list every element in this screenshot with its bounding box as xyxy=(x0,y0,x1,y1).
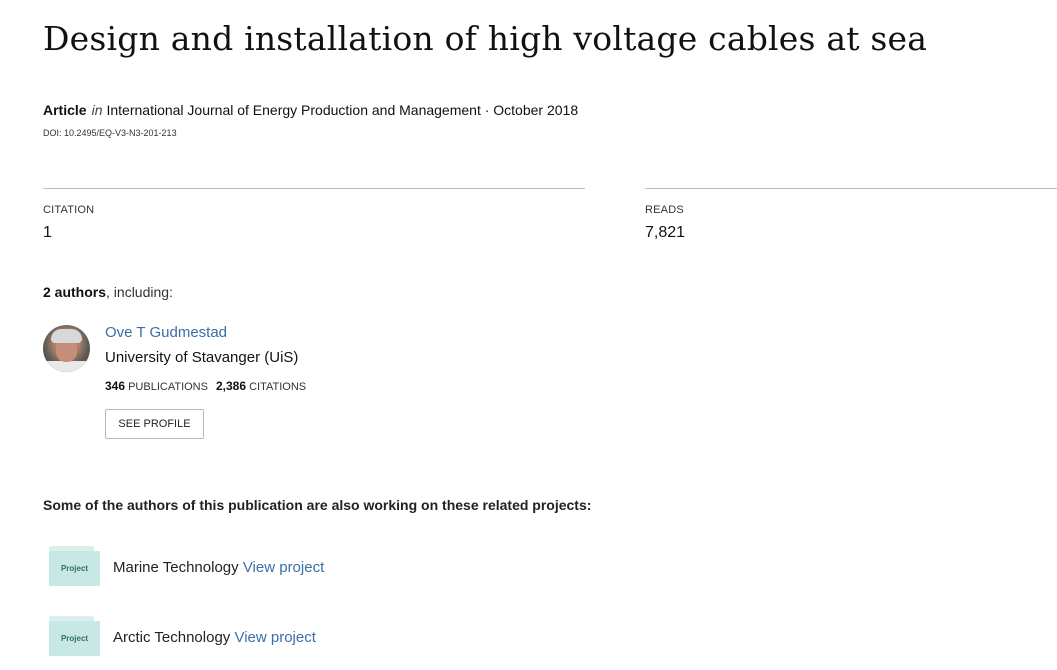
project-item: Marine Technology View project xyxy=(113,559,324,576)
view-project-link[interactable]: View project xyxy=(243,559,324,576)
doi: DOI: 10.2495/EQ-V3-N3-201-213 xyxy=(43,128,177,138)
publication-meta: Article in International Journal of Energy… xyxy=(43,100,578,120)
project-icon-label: Project xyxy=(49,551,100,586)
publications-label: PUBLICATIONS xyxy=(128,381,208,393)
related-projects-heading: Some of the authors of this publication … xyxy=(43,497,592,513)
authors-suffix: , including: xyxy=(106,284,173,300)
in-label: in xyxy=(91,102,103,118)
publication-title: Design and installation of high voltage … xyxy=(43,19,928,58)
project-name: Arctic Technology xyxy=(113,629,231,646)
divider-right xyxy=(645,188,1057,189)
authors-heading: 2 authors, including: xyxy=(43,284,173,300)
project-name: Marine Technology xyxy=(113,559,239,576)
authors-count: 2 authors xyxy=(43,284,107,300)
reads-label: READS xyxy=(645,204,684,216)
project-icon-label: Project xyxy=(49,621,100,656)
citations-count: 2,386 xyxy=(215,379,246,393)
publication-type: Article xyxy=(43,102,87,118)
project-item: Arctic Technology View project xyxy=(113,629,316,646)
author-metrics: 346 PUBLICATIONS 2,386 CITATIONS xyxy=(105,379,306,393)
view-project-link[interactable]: View project xyxy=(234,629,315,646)
citation-count: 1 xyxy=(43,224,52,241)
citations-label: CITATIONS xyxy=(249,381,307,393)
avatar[interactable] xyxy=(43,325,90,372)
citation-label: CITATION xyxy=(43,204,95,216)
journal-and-date[interactable]: International Journal of Energy Producti… xyxy=(106,102,578,118)
divider-left xyxy=(43,188,585,189)
project-folder-icon: Project xyxy=(49,546,100,586)
publications-count: 346 xyxy=(105,379,126,393)
author-name-link[interactable]: Ove T Gudmestad xyxy=(105,324,227,341)
see-profile-button[interactable]: SEE PROFILE xyxy=(105,409,204,439)
author-affiliation: University of Stavanger (UiS) xyxy=(105,349,299,366)
project-folder-icon: Project xyxy=(49,616,100,656)
reads-count: 7,821 xyxy=(645,224,686,241)
